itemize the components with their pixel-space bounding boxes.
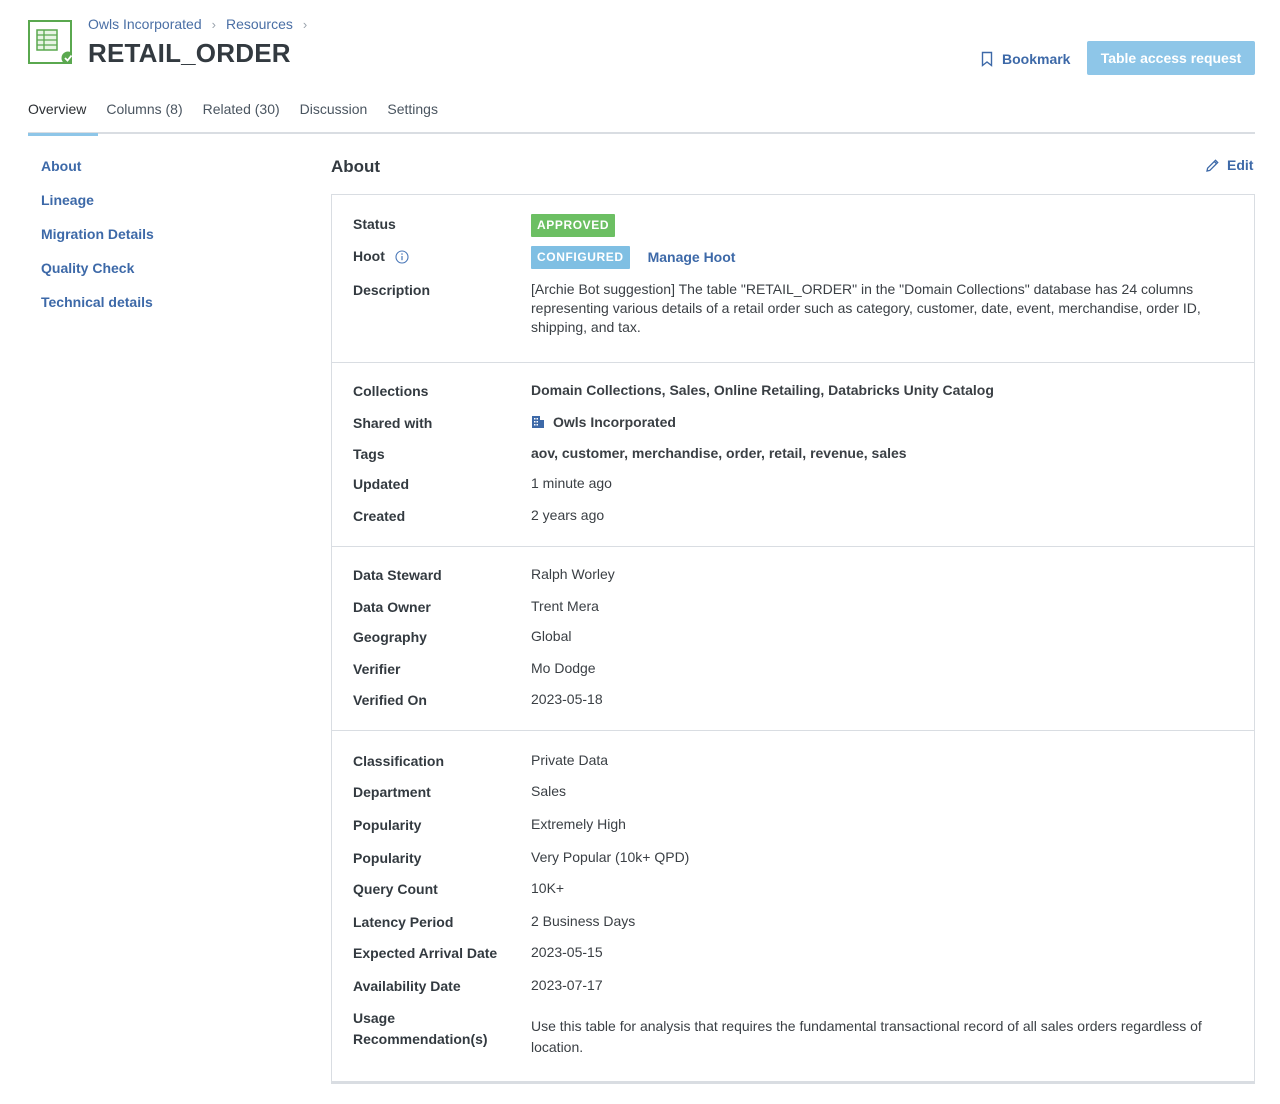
tab-discussion[interactable]: Discussion — [300, 96, 378, 134]
popularity-value[interactable]: Extremely High — [531, 815, 1211, 834]
expected-arrival-date-value: 2023-05-15 — [531, 944, 603, 960]
building-icon — [532, 416, 544, 428]
about-group-ownership: Data Steward Ralph Worley Data Owner Tre… — [332, 547, 1254, 731]
about-group-collections: Collections Domain Collections, Sales, O… — [332, 363, 1254, 547]
page-header: Owls Incorporated › Resources › RETAIL_O… — [0, 0, 1280, 90]
breadcrumb-resources[interactable]: Resources — [226, 16, 293, 32]
bookmark-label: Bookmark — [1002, 51, 1071, 67]
section-title-about: About — [331, 157, 381, 176]
geography-value[interactable]: Global — [531, 627, 1211, 646]
latency-period-label: Latency Period — [353, 914, 454, 930]
description-label: Description — [353, 282, 431, 298]
status-label: Status — [353, 216, 396, 232]
manage-hoot-link[interactable]: Manage Hoot — [648, 249, 736, 265]
tags-value[interactable]: aov, customer, merchandise, order, retai… — [531, 444, 1211, 463]
created-value: 2 years ago — [531, 507, 605, 523]
status-badge: APPROVED — [531, 214, 616, 237]
tab-settings[interactable]: Settings — [387, 96, 448, 134]
hoot-label: Hoot — [353, 248, 385, 264]
tab-overview[interactable]: Overview — [28, 96, 99, 136]
edit-button[interactable]: Edit — [1205, 157, 1253, 173]
sidenav-item-quality-check[interactable]: Quality Check — [41, 258, 261, 292]
query-count-value: 10K+ — [531, 880, 565, 896]
updated-value: 1 minute ago — [531, 475, 612, 491]
edit-label: Edit — [1227, 157, 1254, 173]
department-label: Department — [353, 784, 431, 800]
classification-label: Classification — [353, 753, 445, 769]
collections-value[interactable]: Domain Collections, Sales, Online Retail… — [531, 381, 1211, 400]
sidenav-item-about[interactable]: About — [41, 156, 261, 190]
verified-on-value: 2023-05-18 — [531, 691, 603, 707]
data-owner-value: Trent Mera — [531, 598, 599, 614]
updated-label: Updated — [353, 476, 409, 492]
created-label: Created — [353, 508, 406, 524]
info-icon[interactable] — [395, 250, 409, 264]
hoot-configured-badge: CONFIGURED — [531, 246, 630, 269]
shared-with-label: Shared with — [353, 415, 433, 431]
data-owner-label: Data Owner — [353, 599, 431, 615]
about-group-status: Status APPROVED Hoot CONFIGURED Manage H… — [332, 195, 1254, 363]
table-icon — [28, 20, 72, 64]
query-count-label: Query Count — [353, 881, 438, 897]
popularity-label: Popularity — [353, 817, 422, 833]
breadcrumb-owls-incorporated[interactable]: Owls Incorporated — [88, 16, 202, 32]
page-title: RETAIL_ORDER — [88, 38, 291, 68]
usage-recommendations-value: Use this table for analysis that require… — [531, 1018, 1202, 1055]
sidenav-item-migration-details[interactable]: Migration Details — [41, 224, 261, 258]
tags-label: Tags — [353, 446, 385, 462]
geography-label: Geography — [353, 629, 427, 645]
tab-related[interactable]: Related (30) — [203, 96, 290, 134]
about-card: Status APPROVED Hoot CONFIGURED Manage H… — [331, 194, 1255, 1084]
expected-arrival-date-label: Expected Arrival Date — [353, 945, 498, 961]
verified-on-label: Verified On — [353, 692, 427, 708]
sidenav-item-lineage[interactable]: Lineage — [41, 190, 261, 224]
department-value: Sales — [531, 783, 567, 799]
latency-period-value: 2 Business Days — [531, 913, 636, 929]
description-value: [Archie Bot suggestion] The table "RETAI… — [531, 281, 1201, 335]
popularity-qpd-value: Very Popular (10k+ QPD) — [531, 849, 690, 865]
verifier-label: Verifier — [353, 661, 401, 677]
tab-bar: Overview Columns (8) Related (30) Discus… — [28, 96, 1255, 136]
chevron-right-icon: › — [211, 16, 216, 32]
shared-with-value: Owls Incorporated — [553, 414, 676, 430]
table-access-request-button[interactable]: Table access request — [1087, 41, 1255, 75]
breadcrumb: Owls Incorporated › Resources › — [88, 16, 307, 32]
collections-label: Collections — [353, 383, 429, 399]
bookmark-button[interactable]: Bookmark — [980, 48, 1070, 70]
tab-columns[interactable]: Columns (8) — [106, 96, 192, 134]
data-steward-value: Ralph Worley — [531, 566, 615, 582]
sidenav-item-technical-details[interactable]: Technical details — [41, 292, 261, 326]
data-steward-label: Data Steward — [353, 567, 442, 583]
verifier-value: Mo Dodge — [531, 660, 596, 676]
usage-recommendations-label: Usage Recommendation(s) — [353, 1010, 488, 1047]
classification-value: Private Data — [531, 752, 609, 768]
side-navigation: About Lineage Migration Details Quality … — [41, 156, 261, 326]
about-group-classification: Classification Private Data Department S… — [332, 731, 1254, 1081]
availability-date-label: Availability Date — [353, 978, 461, 994]
bookmark-icon — [981, 51, 993, 67]
pencil-icon — [1206, 158, 1219, 172]
chevron-right-icon: › — [302, 16, 308, 32]
availability-date-value: 2023-07-17 — [531, 977, 603, 993]
popularity-qpd-label: Popularity — [353, 850, 422, 866]
